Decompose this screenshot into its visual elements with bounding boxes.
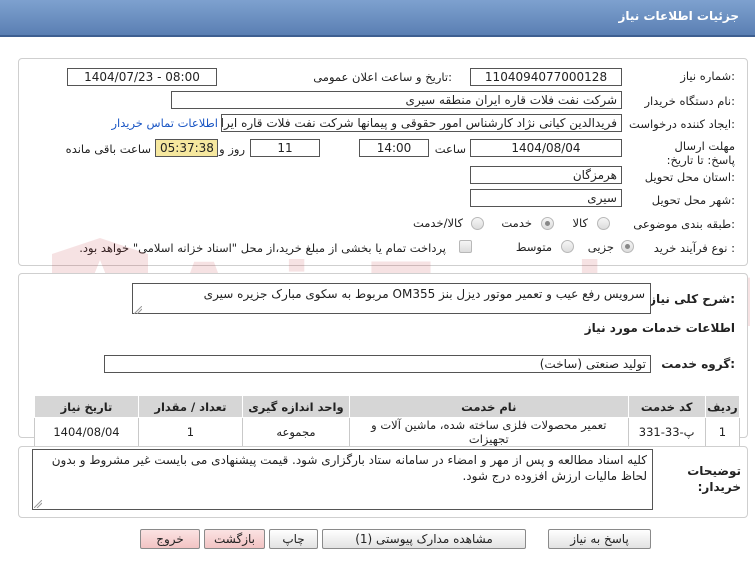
back-button[interactable]: بازگشت [204, 529, 265, 549]
reply-button[interactable]: پاسخ به نیاز [548, 529, 651, 549]
cell-row-number: 1 [704, 417, 741, 447]
col-unit: واحد اندازه گیری [241, 395, 351, 418]
services-table: ردیف کد خدمت نام خدمت واحد اندازه گیری ت… [34, 395, 741, 447]
remaining-days-label: روز و [219, 142, 245, 156]
category-radio-service[interactable] [541, 217, 554, 230]
col-service-code: کد خدمت [627, 395, 706, 418]
process-option-medium: متوسط [515, 240, 552, 254]
city-label: شهر محل تحویل: [651, 193, 735, 207]
category-option-goods: کالا [572, 216, 588, 230]
treasury-payment-checkbox[interactable] [459, 240, 472, 253]
service-group-field: تولید صنعتی (ساخت) [104, 355, 651, 373]
buyer-notes-label: توضیحات خریدار: [687, 464, 741, 494]
col-service-name: نام خدمت [349, 395, 629, 418]
exit-button[interactable]: خروج [140, 529, 200, 549]
requester-field: فریدالدین کیانی نژاد کارشناس امور حقوقی … [221, 114, 622, 132]
category-radio-goods[interactable] [597, 217, 610, 230]
cell-quantity: 1 [137, 417, 243, 447]
table-header-row: ردیف کد خدمت نام خدمت واحد اندازه گیری ت… [34, 395, 741, 418]
cell-need-date: 1404/08/04 [34, 417, 139, 447]
services-section-title: اطلاعات خدمات مورد نیاز [584, 321, 735, 335]
buyer-org-label: نام دستگاه خریدار: [644, 94, 735, 108]
col-need-date: تاریخ نیاز [34, 395, 139, 418]
announce-datetime-field: 1404/07/23 - 08:00 [67, 68, 217, 86]
notes-resize-grip-icon[interactable] [34, 500, 42, 508]
category-label: طبقه بندی موضوعی: [633, 217, 735, 231]
table-row: 1 پ-33-331 تعمیر محصولات فلزی ساخته شده،… [34, 417, 741, 447]
summary-label: شرح کلی نیاز: [649, 292, 735, 306]
category-option-goods-service: کالا/خدمت [412, 216, 463, 230]
city-field: سیری [470, 189, 622, 207]
buyer-contact-link[interactable]: اطلاعات تماس خریدار [111, 116, 218, 130]
col-quantity: تعداد / مقدار [137, 395, 243, 418]
treasury-payment-note: پرداخت تمام یا بخشی از مبلغ خرید،از محل … [79, 241, 446, 255]
cell-service-name: تعمیر محصولات فلزی ساخته شده، ماشین آلات… [349, 417, 629, 447]
summary-textbox: سرویس رفع عیب و تعمیر موتور دیزل بنز OM3… [132, 283, 651, 314]
col-row-number: ردیف [704, 395, 741, 418]
process-option-minor: جزیی [587, 240, 614, 254]
remaining-days-field: 11 [250, 139, 320, 157]
deadline-date-field: 1404/08/04 [470, 139, 622, 157]
announce-datetime-label: تاریخ و ساعت اعلان عمومی: [313, 70, 452, 84]
province-label: استان محل تحویل: [644, 170, 735, 184]
service-group-label: گروه خدمت: [661, 357, 735, 371]
cell-unit: مجموعه [241, 417, 351, 447]
print-button[interactable]: چاپ [269, 529, 318, 549]
buyer-notes-textbox: کلیه اسناد مطالعه و پس از مهر و امضاء در… [32, 449, 653, 510]
process-radio-minor[interactable] [621, 240, 634, 253]
view-attachments-button[interactable]: مشاهده مدارک پیوستی (1) [322, 529, 526, 549]
deadline-label: مهلت ارسال پاسخ: تا تاریخ: [666, 139, 735, 167]
need-number-field: 1104094077000128 [470, 68, 622, 86]
process-radio-medium[interactable] [561, 240, 574, 253]
category-radio-goods-service[interactable] [471, 217, 484, 230]
details-panel [18, 58, 748, 266]
deadline-time-field: 14:00 [359, 139, 429, 157]
remaining-time-field: 05:37:38 [155, 139, 218, 157]
province-field: هرمزگان [470, 166, 622, 184]
deadline-time-label: ساعت [434, 142, 466, 156]
requester-label: ایجاد کننده درخواست: [629, 117, 735, 131]
need-number-label: شماره نیاز: [680, 69, 735, 83]
buyer-org-field: شرکت نفت فلات قاره ایران منطقه سیری [171, 91, 622, 109]
process-type-label: نوع فرآیند خرید : [653, 241, 735, 255]
cell-service-code: پ-33-331 [627, 417, 706, 447]
resize-grip-icon[interactable] [134, 306, 142, 314]
page-title: جزئیات اطلاعات نیاز [618, 9, 739, 23]
category-option-service: خدمت [501, 216, 532, 230]
remaining-time-label: ساعت باقی مانده [65, 142, 151, 156]
